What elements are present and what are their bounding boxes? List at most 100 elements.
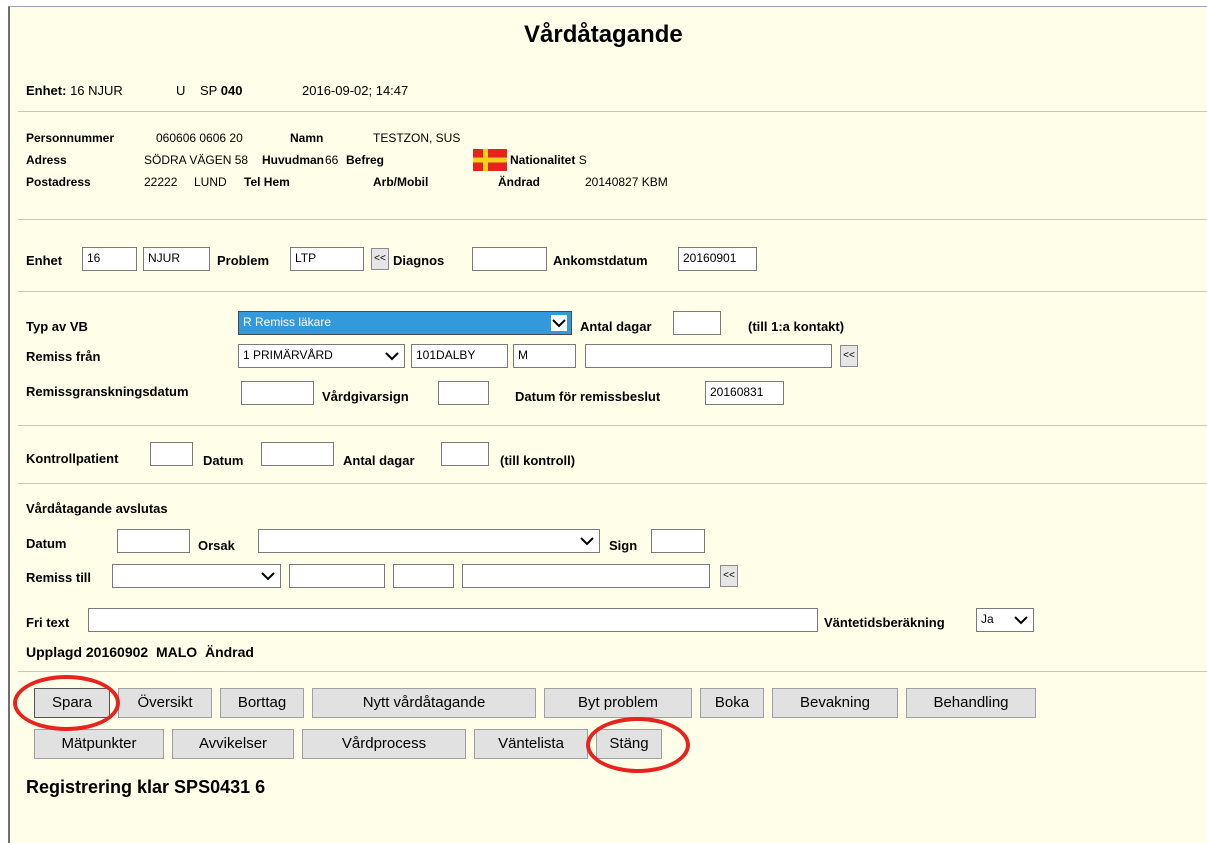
borttag-button[interactable]: Borttag — [220, 688, 304, 718]
remiss-fran-text-input[interactable] — [585, 344, 832, 368]
nationalitet-label: Nationalitet — [510, 153, 576, 167]
remiss-fran-m-input[interactable]: M — [513, 344, 576, 368]
namn-value: TESTZON, SUS — [373, 131, 461, 145]
fritext-label: Fri text — [26, 615, 70, 630]
divider — [18, 291, 1207, 292]
sign-input[interactable] — [651, 529, 705, 553]
divider — [18, 111, 1207, 112]
remissgranskningsdatum-label: Remissgranskningsdatum — [26, 384, 189, 399]
upplagd-sign: MALO — [155, 644, 198, 660]
datum-remissbeslut-input[interactable]: 20160831 — [705, 381, 784, 405]
huvudman-label: Huvudman — [262, 153, 325, 167]
upplagd-andrad-label: Ändrad — [204, 644, 254, 660]
antal-dagar-input[interactable] — [673, 311, 721, 335]
fritext-input[interactable] — [88, 608, 818, 632]
datum-remissbeslut-label: Datum för remissbeslut — [515, 389, 661, 404]
ort-value: LUND — [194, 175, 227, 189]
remissgranskningsdatum-input[interactable] — [241, 381, 314, 405]
header-enhet-label: Enhet: — [26, 83, 67, 98]
divider — [18, 483, 1207, 484]
remiss-fran-label: Remiss från — [26, 349, 101, 364]
personnummer-value: 060606 0606 20 — [156, 131, 243, 145]
personnummer-label: Personnummer — [26, 131, 115, 145]
flag-icon — [473, 149, 507, 171]
chevron-down-icon — [579, 533, 595, 549]
andrad-value: 20140827 KBM — [585, 175, 668, 189]
oversikt-button[interactable]: Översikt — [118, 688, 212, 718]
upplagd-info: Upplagd 20160902 MALO Ändrad — [26, 644, 254, 660]
andrad-label: Ändrad — [498, 175, 540, 189]
remiss-till-code-input[interactable] — [289, 564, 385, 588]
header-enhet: Enhet: 16 NJUR — [26, 83, 123, 98]
vardatagande-window: Vårdåtagande Enhet: 16 NJUR U SP 040 201… — [8, 6, 1207, 843]
header-u: U — [176, 83, 186, 98]
kontroll-datum-input[interactable] — [261, 442, 334, 466]
nytt-vardatagande-button[interactable]: Nytt vårdåtagande — [312, 688, 536, 718]
remiss-till-m-input[interactable] — [393, 564, 454, 588]
problem-input[interactable]: LTP — [290, 247, 364, 271]
remiss-fran-code-input[interactable]: 101DALBY — [411, 344, 508, 368]
window-title: Vårdåtagande — [524, 21, 683, 48]
avslut-datum-input[interactable] — [117, 529, 190, 553]
telhem-label: Tel Hem — [244, 175, 290, 189]
remiss-till-text-input[interactable] — [462, 564, 710, 588]
adress-label: Adress — [26, 153, 67, 167]
matpunkter-button[interactable]: Mätpunkter — [34, 729, 164, 759]
vardprocess-button[interactable]: Vårdprocess — [302, 729, 466, 759]
kontroll-antal-dagar-input[interactable] — [441, 442, 489, 466]
divider — [18, 671, 1207, 672]
stang-button[interactable]: Stäng — [596, 729, 662, 759]
typ-av-vb-label: Typ av VB — [26, 319, 88, 334]
avslut-heading: Vårdåtagande avslutas — [26, 501, 168, 516]
chevron-down-icon — [260, 568, 276, 584]
ankomstdatum-label: Ankomstdatum — [553, 253, 648, 268]
problem-lookup-button[interactable]: << — [371, 248, 389, 270]
behandling-button[interactable]: Behandling — [906, 688, 1036, 718]
remiss-fran-select[interactable]: 1 PRIMÄRVÅRD — [238, 344, 405, 368]
header-sp-label: SP — [200, 83, 218, 98]
diagnos-input[interactable] — [472, 247, 547, 271]
vantetidsberakning-label: Väntetidsberäkning — [824, 615, 945, 630]
upplagd-label: Upplagd — [26, 644, 82, 660]
divider — [18, 219, 1207, 220]
avvikelser-button[interactable]: Avvikelser — [172, 729, 294, 759]
remiss-till-lookup-button[interactable]: << — [720, 565, 738, 587]
divider — [18, 425, 1207, 426]
vantetidsberakning-select[interactable]: Ja — [976, 608, 1034, 632]
postnr-value: 22222 — [144, 175, 178, 189]
problem-label: Problem — [217, 253, 270, 268]
enhet-name-input[interactable]: NJUR — [143, 247, 210, 271]
boka-button[interactable]: Boka — [700, 688, 764, 718]
befreg-label: Befreg — [346, 153, 385, 167]
vardgivarsign-label: Vårdgivarsign — [322, 389, 409, 404]
ankomstdatum-input[interactable]: 20160901 — [678, 247, 757, 271]
typ-av-vb-select[interactable]: R Remiss läkare — [238, 311, 572, 335]
adress-value: SÖDRA VÄGEN 58 — [144, 153, 249, 167]
vantelista-button[interactable]: Väntelista — [474, 729, 588, 759]
vardgivarsign-input[interactable] — [438, 381, 489, 405]
header-enhet-value: 16 NJUR — [70, 83, 123, 98]
typ-av-vb-value: R Remiss läkare — [243, 315, 332, 329]
orsak-label: Orsak — [198, 538, 235, 553]
remiss-fran-value: 1 PRIMÄRVÅRD — [243, 348, 333, 362]
bevakning-button[interactable]: Bevakning — [772, 688, 898, 718]
arbmobil-label: Arb/Mobil — [373, 175, 429, 189]
kontrollpatient-input[interactable] — [150, 442, 193, 466]
byt-problem-button[interactable]: Byt problem — [544, 688, 692, 718]
diagnos-label: Diagnos — [393, 253, 445, 268]
vantetidsberakning-value: Ja — [981, 612, 994, 626]
till-kontakt-note: (till 1:a kontakt) — [748, 319, 845, 334]
upplagd-value: 20160902 — [85, 644, 149, 660]
sign-label: Sign — [609, 538, 638, 553]
namn-label: Namn — [290, 131, 324, 145]
remiss-fran-lookup-button[interactable]: << — [840, 345, 858, 367]
chevron-down-icon — [551, 315, 567, 331]
enhet-code-input[interactable]: 16 — [82, 247, 137, 271]
postadress-label: Postadress — [26, 175, 91, 189]
header-sp: SP 040 — [200, 83, 242, 98]
nationalitet-value: S — [578, 153, 587, 167]
header-sp-value: 040 — [220, 83, 243, 98]
remiss-till-select[interactable] — [112, 564, 281, 588]
spara-button[interactable]: Spara — [34, 688, 110, 718]
orsak-select[interactable] — [258, 529, 600, 553]
